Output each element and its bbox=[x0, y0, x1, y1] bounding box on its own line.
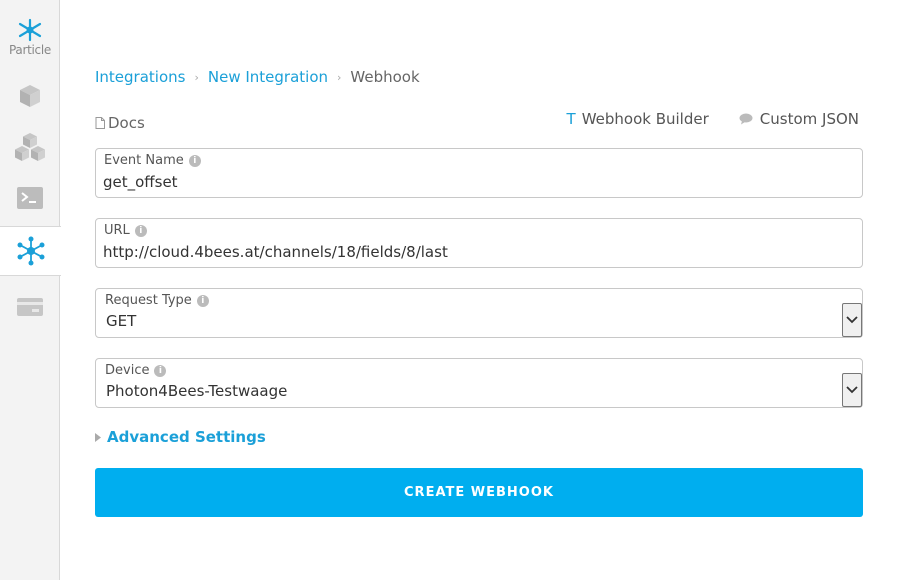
event-name-label: Event Name bbox=[104, 153, 184, 168]
docs-link[interactable]: Docs bbox=[95, 114, 145, 132]
device-field[interactable]: Device i Photon4Bees-Testwaage bbox=[95, 358, 863, 408]
event-name-label-row: Event Name i bbox=[104, 153, 201, 168]
chevron-down-icon bbox=[846, 386, 858, 394]
event-name-field: Event Name i bbox=[95, 148, 863, 198]
breadcrumb: Integrations › New Integration › Webhook bbox=[95, 68, 420, 86]
sidebar-item-products[interactable] bbox=[0, 128, 60, 166]
breadcrumb-new-integration[interactable]: New Integration bbox=[208, 68, 328, 86]
sidebar-item-billing[interactable] bbox=[0, 294, 60, 320]
advanced-settings-toggle[interactable]: Advanced Settings bbox=[95, 428, 266, 446]
particle-logo[interactable]: Particle bbox=[0, 18, 60, 57]
breadcrumb-separator-icon: › bbox=[337, 70, 342, 84]
info-icon[interactable]: i bbox=[154, 364, 167, 377]
sidebar-item-integrations[interactable] bbox=[0, 226, 61, 276]
breadcrumb-webhook: Webhook bbox=[350, 68, 420, 86]
tab-custom-json-label: Custom JSON bbox=[759, 110, 859, 128]
request-type-dropdown-button[interactable] bbox=[842, 303, 862, 337]
integrations-icon bbox=[17, 236, 44, 266]
url-field: URL i bbox=[95, 218, 863, 268]
device-dropdown-button[interactable] bbox=[842, 373, 862, 407]
create-webhook-button[interactable]: CREATE WEBHOOK bbox=[95, 468, 863, 517]
breadcrumb-separator-icon: › bbox=[194, 70, 199, 84]
sidebar-item-console[interactable] bbox=[0, 184, 60, 212]
terminal-icon bbox=[17, 187, 43, 209]
url-label-row: URL i bbox=[104, 223, 147, 238]
info-icon[interactable]: i bbox=[188, 154, 201, 167]
device-label: Device bbox=[105, 363, 150, 378]
particle-logo-icon bbox=[18, 18, 42, 42]
sidebar: Particle bbox=[0, 0, 61, 580]
docs-label: Docs bbox=[108, 114, 145, 132]
url-label: URL bbox=[104, 223, 130, 238]
request-type-select-value[interactable]: GET bbox=[106, 312, 136, 330]
cube-icon bbox=[20, 85, 40, 107]
breadcrumb-integrations[interactable]: Integrations bbox=[95, 68, 185, 86]
speech-bubble-icon bbox=[739, 113, 753, 125]
sidebar-item-devices[interactable] bbox=[0, 80, 60, 112]
cubes-icon bbox=[15, 133, 45, 161]
request-type-label: Request Type bbox=[105, 293, 192, 308]
device-select-value[interactable]: Photon4Bees-Testwaage bbox=[106, 382, 287, 400]
document-icon bbox=[95, 117, 105, 129]
request-type-field[interactable]: Request Type i GET bbox=[95, 288, 863, 338]
text-builder-icon: T bbox=[566, 110, 576, 128]
builder-mode-tabs: T Webhook Builder Custom JSON bbox=[537, 110, 859, 128]
chevron-down-icon bbox=[846, 316, 858, 324]
request-type-label-row: Request Type i bbox=[105, 293, 209, 308]
url-input[interactable] bbox=[103, 241, 843, 263]
tab-webhook-builder[interactable]: T Webhook Builder bbox=[567, 110, 709, 128]
tab-webhook-builder-label: Webhook Builder bbox=[581, 110, 709, 128]
advanced-settings-label: Advanced Settings bbox=[107, 428, 266, 446]
logo-text: Particle bbox=[9, 43, 51, 57]
billing-card-icon bbox=[17, 298, 43, 316]
event-name-input[interactable] bbox=[103, 171, 843, 193]
tab-custom-json[interactable]: Custom JSON bbox=[739, 110, 859, 128]
info-icon[interactable]: i bbox=[134, 224, 147, 237]
caret-right-icon bbox=[95, 432, 101, 442]
device-label-row: Device i bbox=[105, 363, 167, 378]
info-icon[interactable]: i bbox=[196, 294, 209, 307]
